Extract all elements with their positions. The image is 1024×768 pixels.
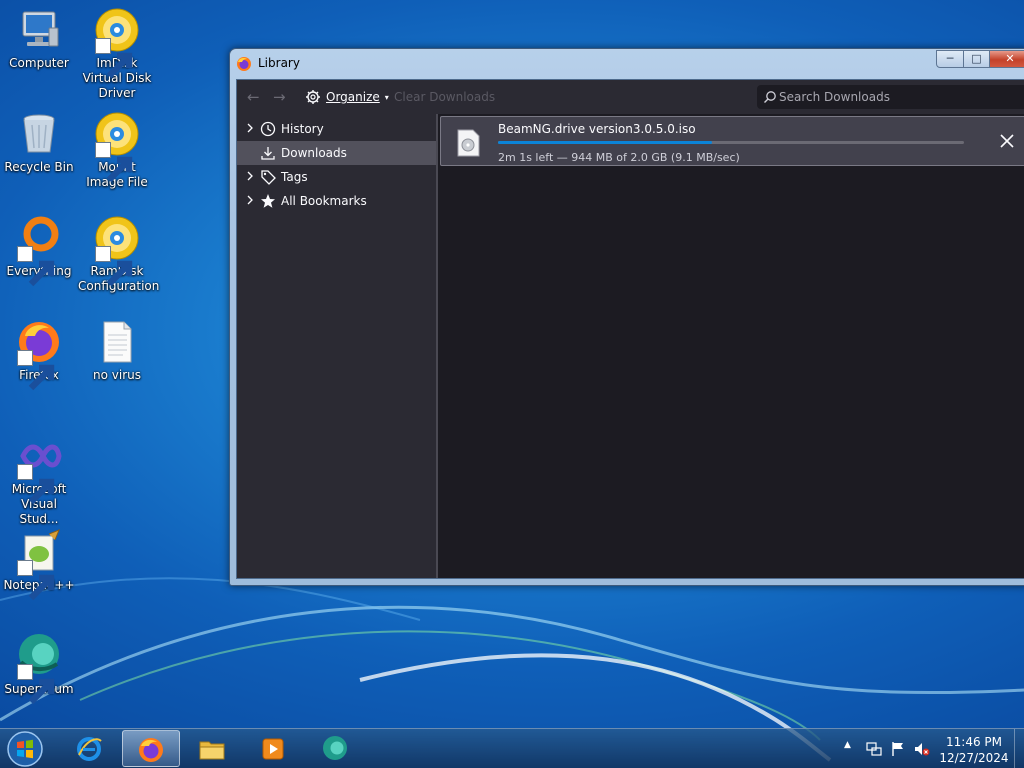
- desktop-icon-everything[interactable]: Everything: [0, 214, 78, 287]
- media-player-icon: [262, 738, 284, 760]
- cancel-download-icon[interactable]: [997, 131, 1017, 151]
- shortcut-arrow-icon: [95, 142, 133, 183]
- shortcut-arrow-icon: [95, 246, 133, 287]
- download-progress-bar: [498, 141, 964, 144]
- library-client-area: ← → Organize ▾ Clear Downloads History D…: [236, 79, 1024, 579]
- show-hidden-icons[interactable]: ▲: [844, 740, 860, 756]
- everything-search-icon: [15, 214, 63, 287]
- desktop-icon-visual-studio[interactable]: Microsoft Visual Stud...: [0, 432, 78, 527]
- clock-time: 11:46 PM: [946, 735, 1002, 749]
- organize-menu-button[interactable]: Organize ▾: [305, 86, 389, 108]
- shortcut-arrow-icon: [17, 350, 55, 391]
- firefox-icon: [237, 57, 251, 71]
- text-file-icon: [93, 318, 141, 366]
- library-sidebar: History Downloads Tags All Bookmarks: [237, 114, 438, 578]
- search-downloads-input[interactable]: [779, 85, 1024, 109]
- sidebar-item-tags[interactable]: Tags: [237, 165, 436, 189]
- downloads-list: BeamNG.drive version3.0.5.0.iso 2m 1s le…: [438, 114, 1024, 578]
- download-item[interactable]: BeamNG.drive version3.0.5.0.iso 2m 1s le…: [440, 116, 1024, 166]
- desktop-icon-recycle-bin[interactable]: Recycle Bin: [0, 110, 78, 175]
- sidebar-item-label: All Bookmarks: [281, 194, 367, 208]
- library-window: Library ─ □ ✕ ← → Organize ▾ Clear Downl…: [229, 48, 1024, 586]
- action-center-flag-icon[interactable]: [890, 741, 906, 757]
- supermium-icon: [323, 736, 347, 760]
- gear-icon: [306, 90, 320, 104]
- download-icon: [261, 147, 275, 160]
- visual-studio-icon: [15, 432, 63, 505]
- tag-icon: [261, 170, 276, 185]
- firefox-icon: [139, 738, 163, 762]
- sidebar-item-history[interactable]: History: [237, 117, 436, 141]
- computer-icon: [15, 6, 63, 54]
- maximize-button[interactable]: □: [963, 50, 990, 68]
- taskbar-supermium[interactable]: [307, 730, 365, 767]
- clear-downloads-button[interactable]: Clear Downloads: [394, 90, 495, 104]
- star-icon: [261, 194, 275, 208]
- close-icon: ✕: [1005, 52, 1015, 65]
- firefox-icon: [15, 318, 63, 391]
- desktop-icon-label: Recycle Bin: [4, 160, 74, 174]
- file-explorer-icon: [199, 741, 225, 760]
- recycle-bin-icon: [15, 110, 63, 158]
- show-desktop-button[interactable]: [1014, 729, 1024, 768]
- title-bar[interactable]: Library ─ □ ✕: [230, 49, 1024, 77]
- download-status: 2m 1s left — 944 MB of 2.0 GB (9.1 MB/se…: [498, 151, 740, 164]
- notepad-plus-plus-icon: [15, 528, 63, 601]
- desktop-icon-imdisk[interactable]: ImDisk Virtual Disk Driver: [78, 6, 156, 101]
- sidebar-item-all-bookmarks[interactable]: All Bookmarks: [237, 189, 436, 213]
- chevron-right-icon[interactable]: [245, 194, 255, 206]
- disc-image-file-icon: [457, 129, 480, 157]
- close-button[interactable]: ✕: [989, 50, 1024, 68]
- taskbar-firefox[interactable]: [122, 730, 180, 767]
- desktop-icon-notepad-plus-plus[interactable]: Notepad++: [0, 528, 78, 601]
- sidebar-item-label: Downloads: [281, 146, 347, 160]
- forward-arrow-icon[interactable]: →: [273, 88, 286, 106]
- download-progress-fill: [498, 141, 713, 144]
- sidebar-item-label: Tags: [281, 170, 308, 184]
- taskbar: ▲ 11:46 PM 12/27/2024: [0, 728, 1024, 768]
- desktop-icon-ramdisk[interactable]: RamDisk Configuration: [78, 214, 159, 294]
- disc-icon: [93, 6, 141, 79]
- chevron-down-icon: ▾: [384, 92, 389, 102]
- start-button[interactable]: [6, 730, 44, 768]
- network-icon[interactable]: [866, 741, 882, 757]
- search-icon: [764, 91, 776, 103]
- back-arrow-icon[interactable]: ←: [247, 88, 260, 106]
- internet-explorer-icon: [77, 737, 102, 761]
- shortcut-arrow-icon: [95, 38, 133, 79]
- shortcut-arrow-icon: [17, 464, 55, 505]
- shortcut-arrow-icon: [17, 664, 55, 705]
- desktop-icon-mount-image[interactable]: Mount Image File: [78, 110, 156, 190]
- minimize-icon: ─: [946, 52, 954, 65]
- library-toolbar: ← → Organize ▾ Clear Downloads: [237, 80, 1024, 114]
- desktop-icon-label: Computer: [9, 56, 69, 70]
- clock-date: 12/27/2024: [939, 751, 1009, 765]
- search-downloads-box[interactable]: [757, 85, 1024, 109]
- desktop-icon-supermium[interactable]: Supermium: [0, 632, 78, 705]
- disc-icon: [93, 214, 141, 287]
- desktop-icon-no-virus[interactable]: no virus: [78, 318, 156, 383]
- sidebar-item-downloads[interactable]: Downloads: [237, 141, 436, 165]
- taskbar-internet-explorer[interactable]: [61, 730, 119, 767]
- desktop-icon-computer[interactable]: Computer: [0, 6, 78, 71]
- disc-icon: [93, 110, 141, 183]
- window-title: Library: [258, 56, 300, 70]
- clock-icon: [260, 121, 276, 137]
- shortcut-arrow-icon: [17, 560, 55, 601]
- download-filename: BeamNG.drive version3.0.5.0.iso: [498, 122, 696, 136]
- chevron-right-icon[interactable]: [245, 170, 255, 182]
- shortcut-arrow-icon: [17, 246, 55, 287]
- taskbar-clock[interactable]: 11:46 PM 12/27/2024: [938, 734, 1010, 766]
- chevron-right-icon[interactable]: [245, 122, 255, 134]
- desktop-icon-firefox[interactable]: Firefox: [0, 318, 78, 391]
- taskbar-media-player[interactable]: [245, 730, 303, 767]
- minimize-button[interactable]: ─: [936, 50, 964, 68]
- organize-label: Organize: [326, 90, 380, 104]
- volume-muted-icon[interactable]: [914, 741, 930, 757]
- taskbar-file-explorer[interactable]: [184, 730, 242, 767]
- maximize-icon: □: [971, 52, 982, 65]
- sidebar-item-label: History: [281, 122, 324, 136]
- desktop-icon-label: no virus: [93, 368, 141, 382]
- supermium-icon: [15, 632, 63, 705]
